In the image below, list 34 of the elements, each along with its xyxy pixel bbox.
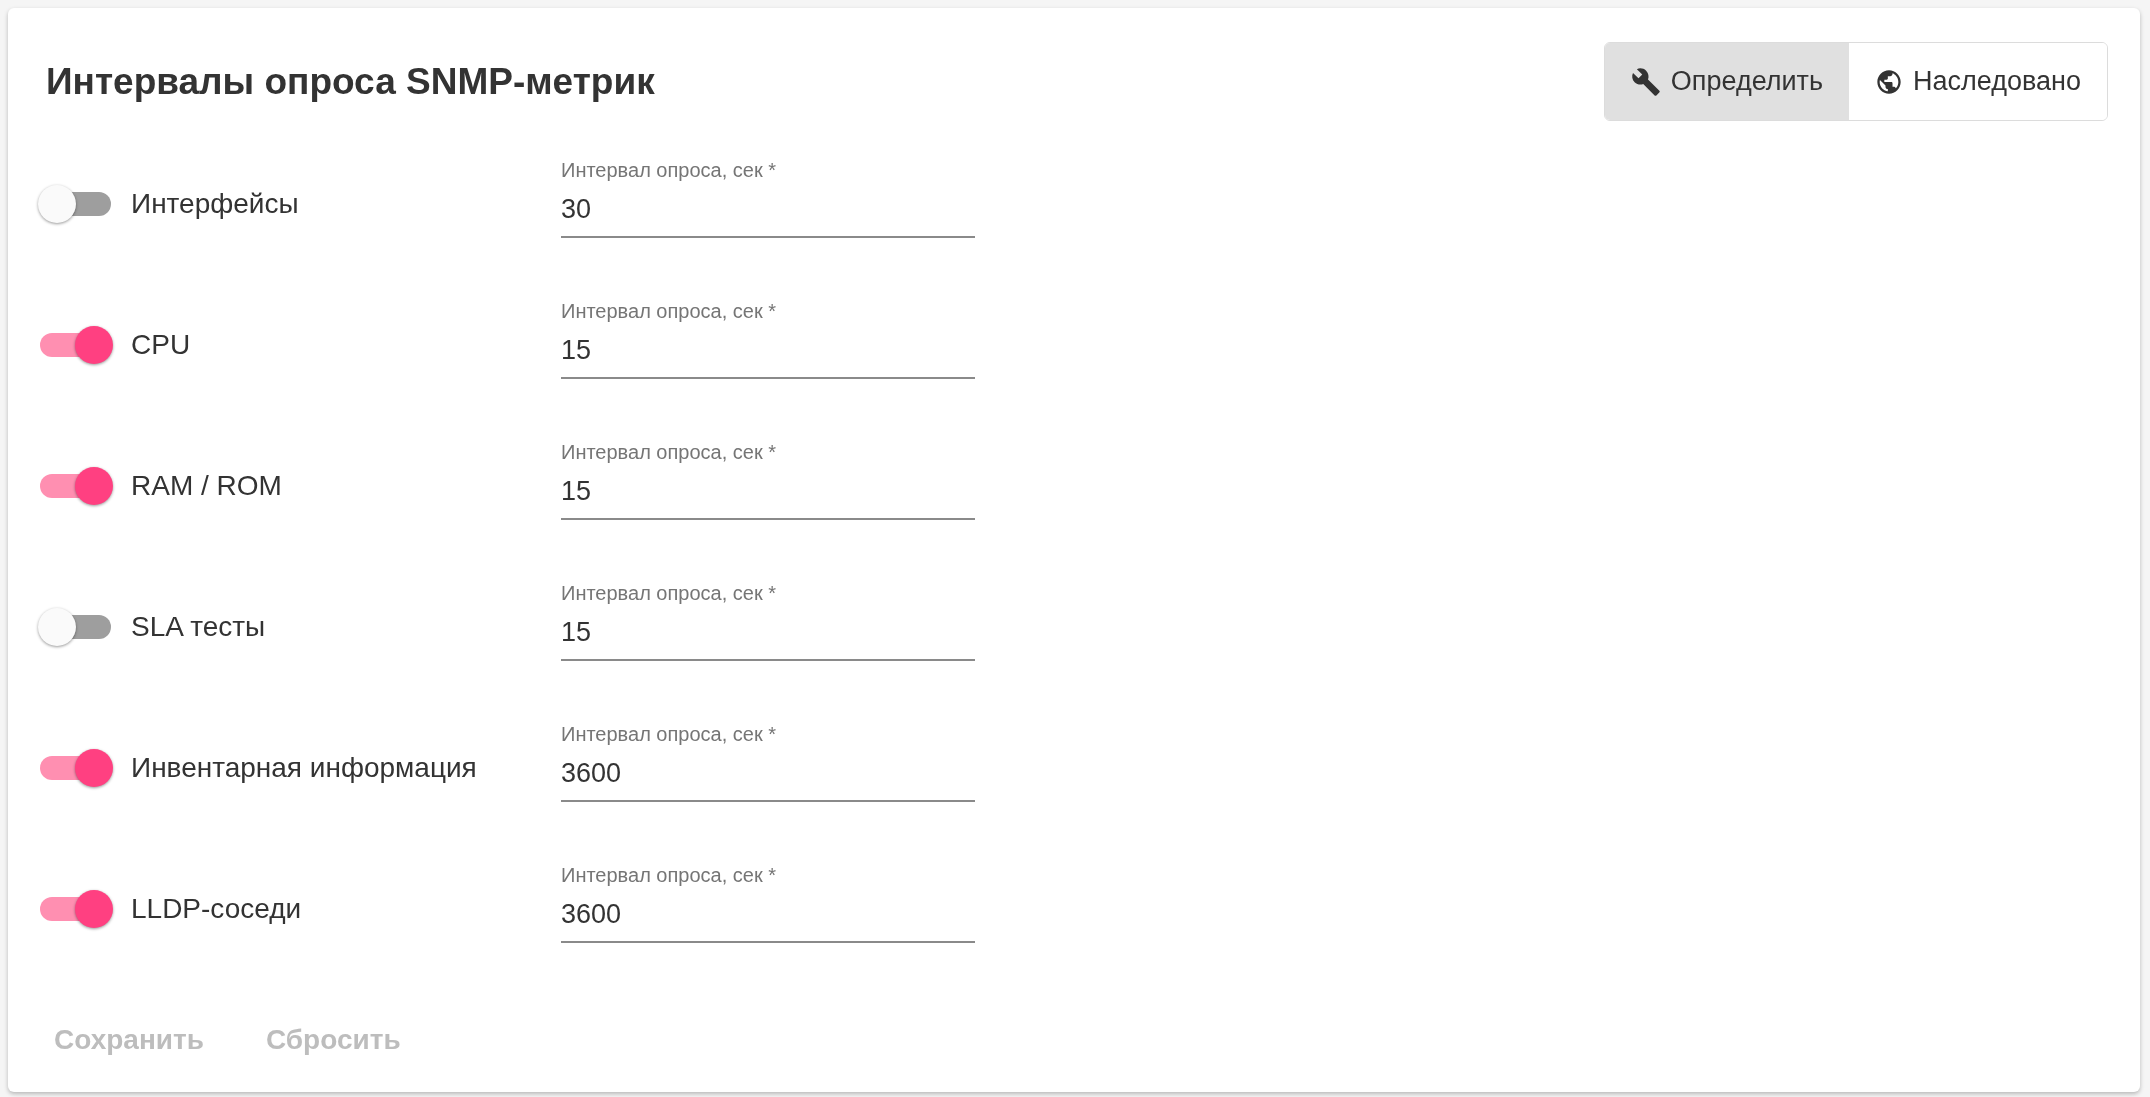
globe-icon (1875, 67, 1904, 96)
field-value: 15 (561, 475, 593, 509)
interval-field[interactable]: Интервал опроса, сек * 15 (561, 439, 975, 520)
field-value: 15 (561, 334, 593, 368)
mode-toggle-button[interactable]: Определить (1604, 43, 1850, 120)
interval-field[interactable]: Интервал опроса, сек * 15 (561, 580, 975, 661)
toggle-switch[interactable] (38, 466, 113, 505)
field-value: 30 (561, 193, 593, 227)
interval-field[interactable]: Интервал опроса, сек * 3600 (561, 721, 975, 802)
field-value: 3600 (561, 757, 623, 791)
toggle-switch[interactable] (38, 607, 113, 646)
toggle-switch[interactable] (38, 889, 113, 928)
toggle-switch[interactable] (38, 748, 113, 787)
interval-field[interactable]: Интервал опроса, сек * 3600 (561, 862, 975, 943)
interval-field[interactable]: Интервал опроса, сек * 30 (561, 157, 975, 238)
metric-label: CPU (131, 327, 191, 362)
metric-label: Инвентарная информация (131, 750, 477, 785)
metric-label: Интерфейсы (131, 186, 299, 221)
card-title: Интервалы опроса SNMP-метрик (46, 60, 655, 104)
toggle-switch[interactable] (38, 325, 113, 364)
field-label: Интервал опроса, сек * (561, 581, 777, 607)
field-label: Интервал опроса, сек * (561, 440, 777, 466)
field-label: Интервал опроса, сек * (561, 863, 777, 889)
toggle-switch[interactable] (38, 184, 113, 223)
field-value: 15 (561, 616, 593, 650)
wrench-icon (1630, 66, 1661, 97)
field-label: Интервал опроса, сек * (561, 158, 777, 184)
metric-label: LLDP-соседи (131, 891, 302, 926)
metric-label: RAM / ROM (131, 468, 282, 503)
field-value: 3600 (561, 898, 623, 932)
interval-field[interactable]: Интервал опроса, сек * 15 (561, 298, 975, 379)
field-label: Интервал опроса, сек * (561, 299, 777, 325)
field-label: Интервал опроса, сек * (561, 722, 777, 748)
metric-label: SLA тесты (131, 609, 266, 644)
